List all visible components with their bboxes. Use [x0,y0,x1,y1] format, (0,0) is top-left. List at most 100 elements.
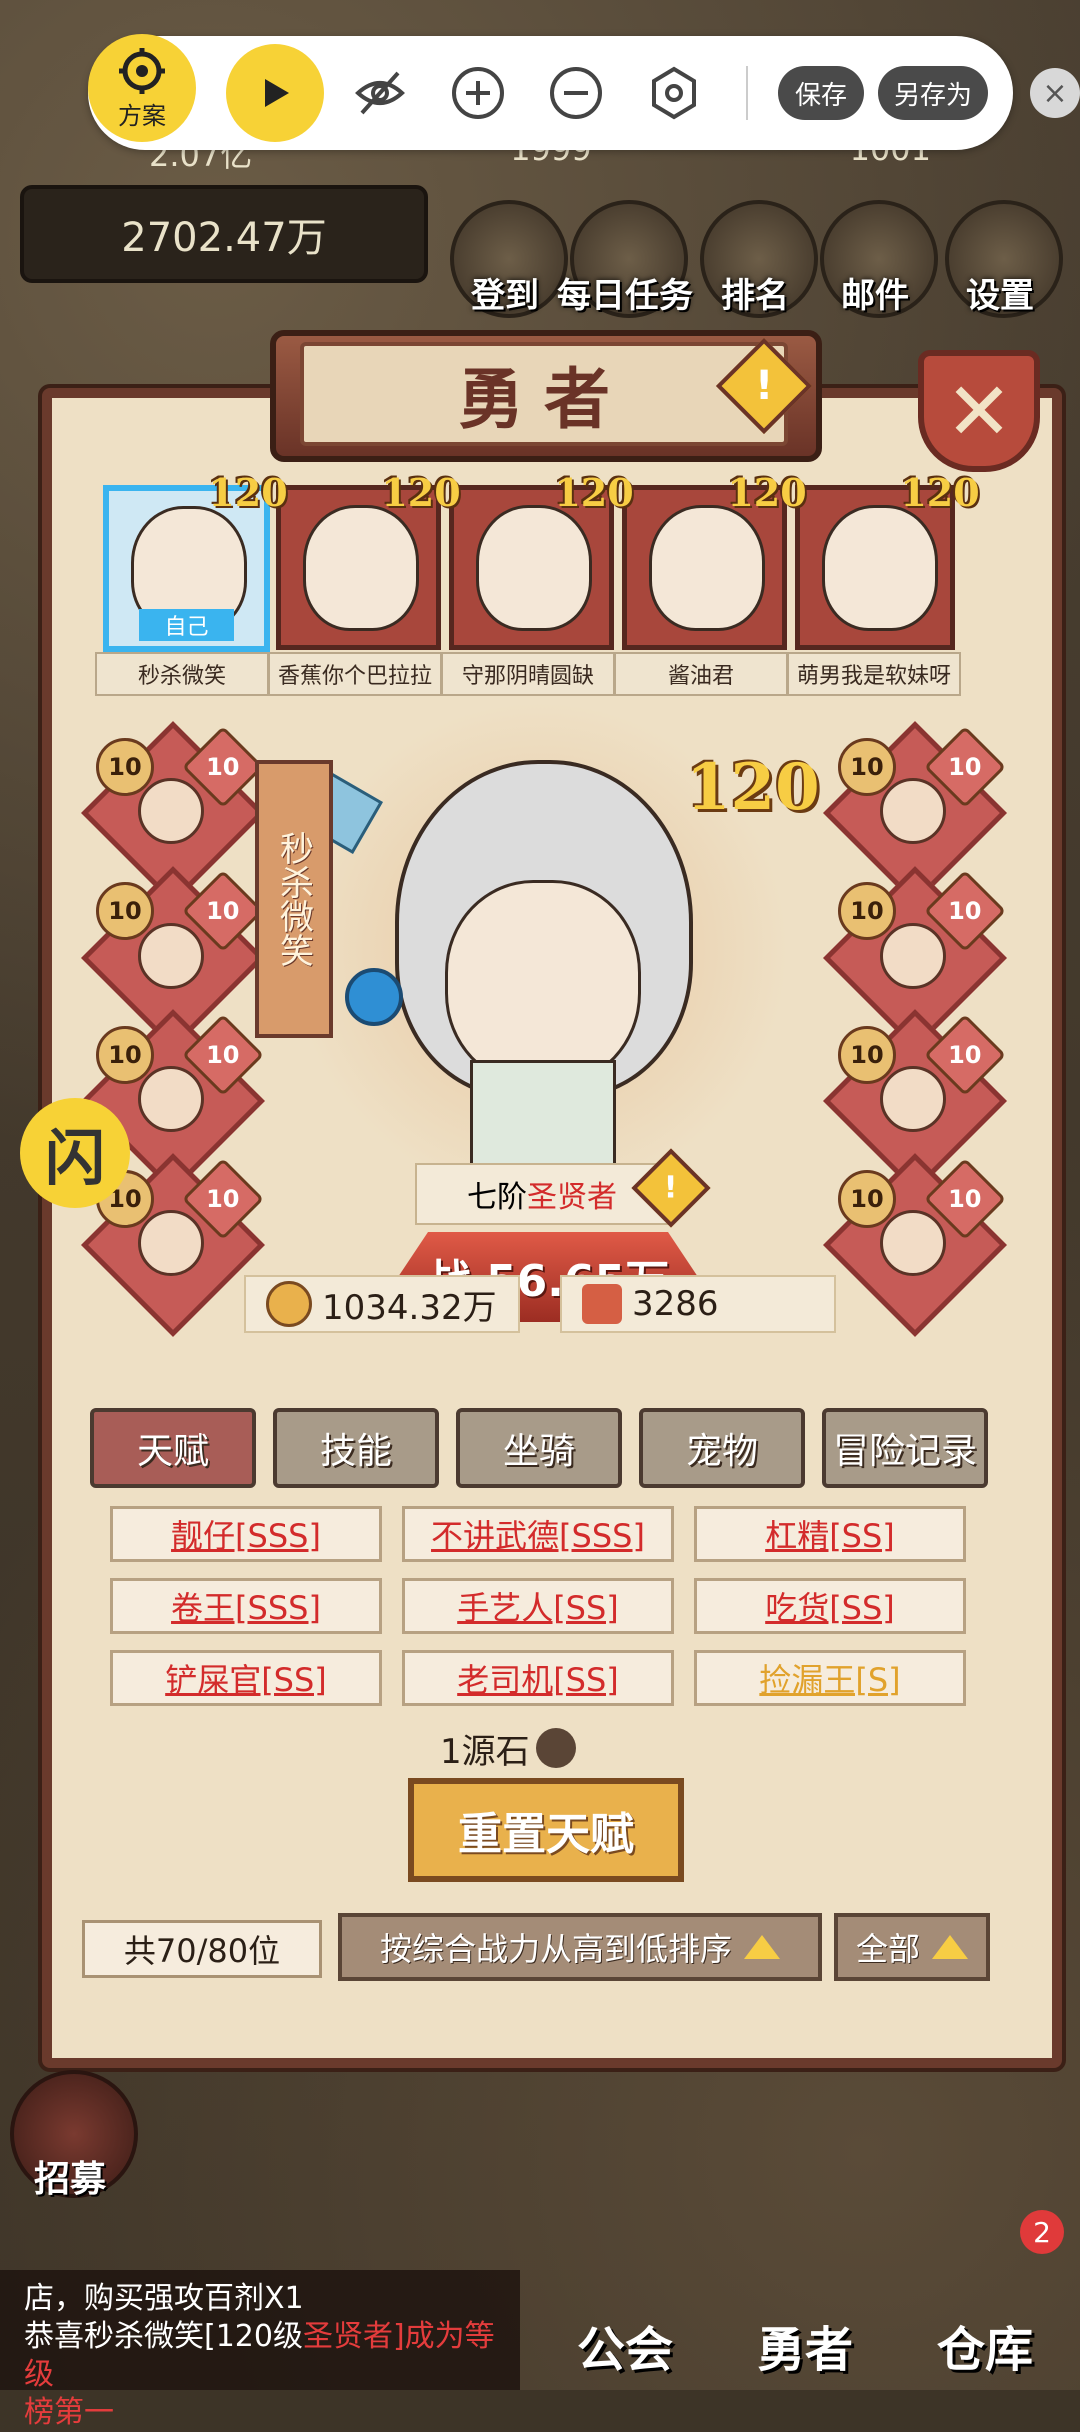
hero-portrait [303,505,419,631]
hero-name-4: 酱油君 [614,652,788,696]
zoom-in-button[interactable] [448,63,508,123]
flash-float-button[interactable]: 闪 [20,1098,130,1208]
hide-eye-button[interactable] [350,63,410,123]
coin-icon [266,1281,312,1327]
scroll-stat-value: 3286 [632,1284,719,1324]
hero-name-3: 守那阴晴圆缺 [441,652,615,696]
hero-face-large [445,880,641,1086]
nav-guild-label: 公会 [576,2322,673,2378]
reset-cost: 1源石 [440,1720,640,1776]
sort-button[interactable]: 按综合战力从高到低排序 [338,1913,822,1981]
eye-slash-icon [355,71,405,115]
panel-close-button[interactable]: ✕ [918,350,1040,472]
tab-skill[interactable]: 技能 [273,1408,439,1488]
chat-line-3: 榜第一 [24,2395,114,2430]
pants-icon [138,1066,204,1132]
daily-task-label: 每日任务 [557,276,693,316]
hero-portrait [476,505,592,631]
talent-item[interactable]: 卷王[SSS] [110,1578,382,1634]
play-icon [265,79,289,107]
talent-item[interactable]: 杠精[SS] [694,1506,966,1562]
save-button[interactable]: 保存 [778,66,864,120]
panel-title: 勇者 [300,342,788,446]
gold-stat: 1034.32万 [244,1275,520,1333]
hero-count: 共70/80位 [82,1920,322,1978]
equip-level: 10 [96,738,154,796]
filter-label: 全部 [855,1930,920,1968]
play-button[interactable] [226,44,324,142]
tab-talent[interactable]: 天赋 [90,1408,256,1488]
hero-level-4: 120 [727,470,807,515]
gold-amount: 2702.47万 [121,215,327,261]
chat-broadcast[interactable]: 店，购买强攻百剂X1 恭喜秒杀微笑[120级圣贤者]成为等级 榜第一 [0,2270,520,2430]
control-bar: 方案 保存 另存为 [88,34,1013,150]
nav-warehouse-label: 仓库 [936,2322,1033,2378]
weapon-icon [138,778,204,844]
reset-talent-button[interactable]: 重置天赋 [408,1778,684,1882]
equip-level: 10 [838,738,896,796]
gold-display: 2702.47万 [20,185,428,283]
filter-arrow-icon [932,1935,968,1959]
save-as-button[interactable]: 另存为 [878,66,988,120]
plan-button[interactable]: 方案 [88,34,196,142]
close-overlay-button[interactable]: × [1030,68,1080,118]
ranking-label: 排名 [721,276,789,316]
gold-stat-value: 1034.32万 [322,1287,497,1328]
hero-level: 120 [686,750,820,825]
armor-icon [138,923,204,989]
crosshair-icon [119,47,165,94]
settings-label: 设置 [966,276,1034,316]
equip-level: 10 [96,1026,154,1084]
hero-name-1: 秒杀微笑 [95,652,269,696]
hero-robe [470,1060,616,1166]
divider [746,66,748,120]
talent-item[interactable]: 捡漏王[S] [694,1650,966,1706]
scroll-stat: 3286 [560,1275,836,1333]
hero-portrait [822,505,938,631]
self-tag: 自己 [139,609,234,641]
hero-level-1: 120 [208,470,288,515]
tab-pet[interactable]: 宠物 [639,1408,805,1488]
plus-circle-icon [452,67,504,119]
zoom-out-button[interactable] [546,63,606,123]
talent-item[interactable]: 手艺人[SS] [402,1578,674,1634]
warehouse-badge: 2 [1020,2210,1064,2254]
hex-settings-button[interactable] [644,63,704,123]
hexagon-gear-icon [652,66,696,120]
recruit-label: 招募 [33,2159,106,2200]
sort-arrow-icon [744,1935,780,1959]
talent-item[interactable]: 铲屎官[SS] [110,1650,382,1706]
hero-rank: 七阶 圣贤者 [415,1163,669,1225]
equip-level: 10 [838,1026,896,1084]
necklace-icon [880,778,946,844]
hero-name-banner: 秒杀微笑 [255,760,333,1038]
hero-portrait [649,505,765,631]
sort-label: 按综合战力从高到低排序 [379,1930,732,1968]
equip-level: 10 [838,1170,896,1228]
staff-orb-icon [345,968,403,1026]
ring-icon [880,923,946,989]
tab-adventure-log[interactable]: 冒险记录 [822,1408,988,1488]
filter-button[interactable]: 全部 [834,1913,990,1981]
reset-cost-value: 1源石 [440,1731,530,1772]
talent-item[interactable]: 靓仔[SSS] [110,1506,382,1562]
rank-class: 圣贤者 [527,1180,617,1215]
rank-prefix: 七阶 [467,1180,527,1215]
talent-item[interactable]: 不讲武德[SSS] [402,1506,674,1562]
talent-item[interactable]: 吃货[SS] [694,1578,966,1634]
talent-item[interactable]: 老司机[SS] [402,1650,674,1706]
mail-label: 邮件 [841,276,909,316]
minus-circle-icon [550,67,602,119]
scroll-icon [582,1284,622,1324]
equip-level: 10 [838,882,896,940]
nav-hero-label: 勇者 [756,2322,853,2378]
plan-label: 方案 [118,101,166,130]
source-stone-icon [535,1728,576,1768]
hero-name-2: 香蕉你个巴拉拉 [268,652,442,696]
tab-mount[interactable]: 坐骑 [456,1408,622,1488]
hero-level-2: 120 [381,470,461,515]
chat-line-2: 恭喜秒杀微笑[120级圣贤者]成为等级 [24,2319,495,2392]
equip-level: 10 [96,882,154,940]
hat-icon [880,1066,946,1132]
hero-level-3: 120 [554,470,634,515]
